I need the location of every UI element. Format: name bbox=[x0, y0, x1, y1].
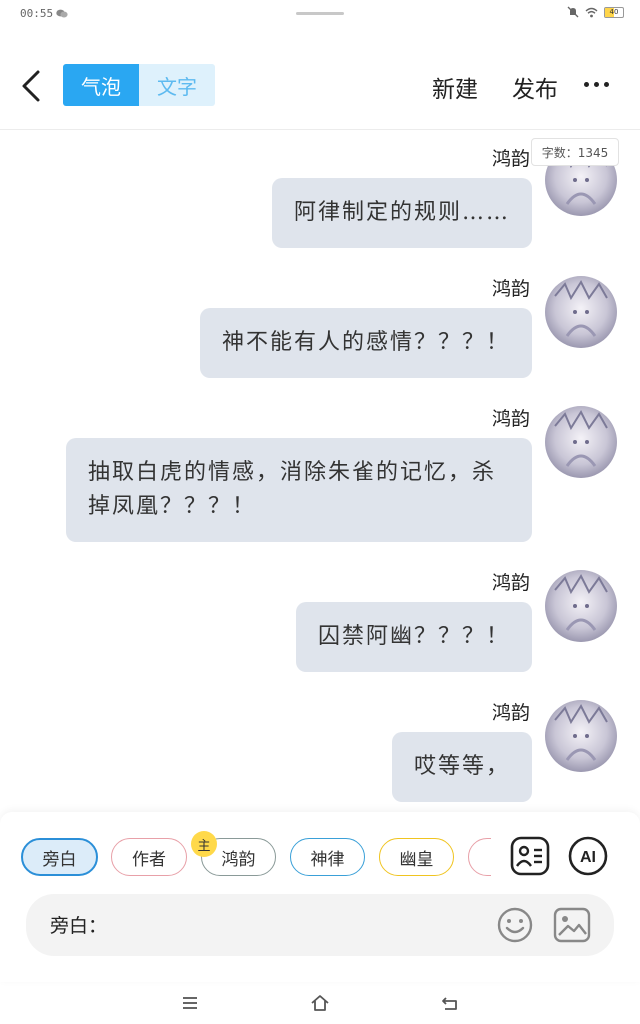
avatar[interactable] bbox=[545, 406, 617, 478]
back-nav-icon[interactable] bbox=[440, 994, 460, 1012]
status-time: 00:55 bbox=[20, 7, 54, 20]
role-chip-narrator[interactable]: 旁白 bbox=[21, 838, 98, 876]
wechat-notification-icon bbox=[56, 9, 68, 18]
notch-indicator bbox=[296, 12, 344, 15]
role-chip-more[interactable] bbox=[468, 838, 491, 876]
message-bubble[interactable]: 哎等等， bbox=[391, 732, 532, 802]
speaker-name: 鸿韵 bbox=[491, 702, 530, 724]
more-options-icon[interactable] bbox=[584, 82, 609, 87]
message-bubble[interactable]: 抽取白虎的情感，消除朱雀的记忆，杀掉凤凰？？？！ bbox=[66, 438, 532, 542]
chat-message[interactable]: 鸿韵 神不能有人的感情？？？！ bbox=[0, 270, 640, 380]
avatar[interactable] bbox=[545, 570, 617, 642]
mode-segmented-control: 气泡 文字 bbox=[63, 64, 215, 106]
avatar[interactable] bbox=[545, 700, 617, 772]
message-bubble[interactable]: 神不能有人的感情？？？！ bbox=[199, 308, 532, 378]
image-icon[interactable] bbox=[552, 906, 592, 944]
system-nav-bar bbox=[0, 982, 640, 1024]
message-bubble[interactable]: 阿律制定的规则…… bbox=[271, 178, 532, 248]
system-icons: 40 bbox=[567, 6, 624, 18]
back-arrow-icon[interactable] bbox=[18, 68, 46, 104]
publish-button[interactable]: 发布 bbox=[512, 70, 558, 104]
avatar[interactable] bbox=[545, 276, 617, 348]
wifi-icon bbox=[585, 7, 598, 17]
role-selector: 旁白 作者 鸿韵 神律 幽皇 bbox=[21, 838, 491, 878]
chat-message[interactable]: 鸿韵 囚禁阿幽？？？！ bbox=[0, 564, 640, 674]
tab-bubble[interactable]: 气泡 bbox=[63, 64, 139, 106]
message-input-bar: 旁白： bbox=[26, 894, 614, 956]
top-toolbar: 气泡 文字 新建 发布 bbox=[0, 56, 640, 116]
role-card-icon[interactable] bbox=[510, 836, 550, 876]
chat-message[interactable]: 鸿韵 抽取白虎的情感，消除朱雀的记忆，杀掉凤凰？？？！ bbox=[0, 400, 640, 545]
composer-panel: 旁白 作者 鸿韵 神律 幽皇 主 AI 旁白： bbox=[0, 812, 640, 982]
speaker-prefix: 旁白： bbox=[50, 915, 108, 937]
main-role-badge: 主 bbox=[191, 831, 217, 857]
ai-icon[interactable]: AI bbox=[568, 836, 608, 876]
speaker-name: 鸿韵 bbox=[491, 278, 530, 300]
speaker-name: 鸿韵 bbox=[491, 572, 530, 594]
new-button[interactable]: 新建 bbox=[432, 70, 478, 104]
emoji-icon[interactable] bbox=[496, 906, 534, 944]
message-input[interactable] bbox=[116, 908, 496, 942]
role-chip-shenlv[interactable]: 神律 bbox=[290, 838, 365, 876]
home-icon[interactable] bbox=[310, 994, 330, 1012]
role-chip-youhuang[interactable]: 幽皇 bbox=[379, 838, 454, 876]
message-bubble[interactable]: 囚禁阿幽？？？！ bbox=[295, 602, 532, 672]
role-chip-author[interactable]: 作者 bbox=[111, 838, 187, 876]
svg-text:AI: AI bbox=[580, 849, 596, 866]
menu-icon[interactable] bbox=[180, 994, 200, 1012]
header-divider bbox=[0, 129, 640, 130]
chat-message[interactable]: 鸿韵 哎等等， bbox=[0, 694, 640, 806]
tab-text[interactable]: 文字 bbox=[139, 64, 215, 106]
speaker-name: 鸿韵 bbox=[491, 148, 530, 170]
mute-icon bbox=[567, 6, 579, 18]
speaker-name: 鸿韵 bbox=[491, 408, 530, 430]
word-count-badge: 字数：1345 bbox=[531, 138, 619, 166]
status-bar: 00:55 40 bbox=[0, 0, 640, 28]
battery-icon: 40 bbox=[604, 6, 624, 18]
